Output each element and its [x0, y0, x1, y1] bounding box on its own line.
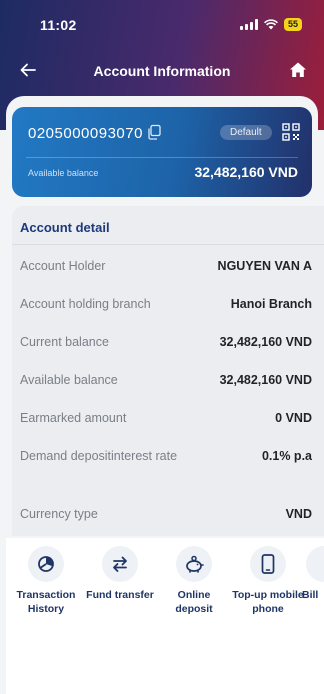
- status-time: 11:02: [40, 17, 77, 33]
- status-icons: 55: [239, 18, 302, 31]
- quick-action-bill[interactable]: Bill: [302, 546, 324, 602]
- quick-action-label: Fund transfer: [86, 589, 154, 601]
- detail-label: Account Holder: [20, 259, 106, 273]
- bill-icon: [306, 546, 324, 582]
- account-card[interactable]: 0205000093070 Default Available balance …: [12, 107, 312, 197]
- quick-action-online-deposit[interactable]: Online deposit: [158, 546, 230, 616]
- detail-value: 32,482,160 VND: [219, 373, 312, 387]
- pie-chart-icon: [28, 546, 64, 582]
- detail-label: Currency type: [20, 507, 98, 521]
- quick-action-fund-transfer[interactable]: Fund transfer: [84, 546, 156, 602]
- quick-action-label: Top-up mobile phone: [232, 589, 304, 615]
- available-balance-value: 32,482,160 VND: [194, 164, 298, 180]
- page-title: Account Information: [93, 63, 231, 79]
- battery-icon: 55: [283, 18, 302, 31]
- wifi-icon: [264, 19, 278, 30]
- mobile-phone-icon: [250, 546, 286, 582]
- detail-value: Hanoi Branch: [230, 297, 312, 311]
- detail-value: 0 VND: [275, 411, 312, 425]
- card-divider: [26, 157, 298, 158]
- detail-label: Current balance: [20, 335, 109, 349]
- detail-value: NGUYEN VAN A: [217, 259, 312, 273]
- nav-bar: Account Information: [0, 52, 324, 88]
- account-number: 0205000093070: [28, 125, 143, 142]
- quick-action-label: Transaction History: [16, 589, 76, 615]
- default-badge: Default: [220, 125, 272, 140]
- account-detail-panel: Account detail Account Holder NGUYEN VAN…: [12, 206, 324, 536]
- signal-icon: [239, 19, 258, 30]
- quick-action-transaction-history[interactable]: Transaction History: [10, 546, 82, 616]
- detail-value: VND: [285, 507, 312, 521]
- copy-icon[interactable]: [146, 124, 162, 140]
- section-title: Account detail: [20, 220, 110, 235]
- section-divider: [12, 244, 324, 245]
- quick-action-label: Bill: [302, 589, 319, 601]
- detail-value: 32,482,160 VND: [219, 335, 312, 349]
- quick-action-top-up[interactable]: Top-up mobile phone: [232, 546, 304, 616]
- detail-label: Available balance: [20, 373, 118, 387]
- detail-label: Account holding branch: [20, 297, 151, 311]
- home-icon[interactable]: [288, 60, 308, 80]
- piggy-bank-icon: [176, 546, 212, 582]
- status-bar: 11:02 55: [0, 0, 324, 44]
- detail-label: Demand depositinterest rate: [20, 449, 178, 463]
- transfer-arrows-icon: [102, 546, 138, 582]
- quick-action-label: Online deposit: [175, 589, 213, 615]
- quick-actions-bar: Transaction History Fund transfer Online…: [6, 538, 324, 694]
- detail-value: 0.1% p.a: [261, 449, 312, 463]
- available-balance-label: Available balance: [28, 168, 99, 178]
- detail-label: Earmarked amount: [20, 411, 127, 425]
- phone-screen: 11:02 55 Account Information 02050000930…: [0, 0, 324, 694]
- qr-code-icon[interactable]: [282, 123, 300, 141]
